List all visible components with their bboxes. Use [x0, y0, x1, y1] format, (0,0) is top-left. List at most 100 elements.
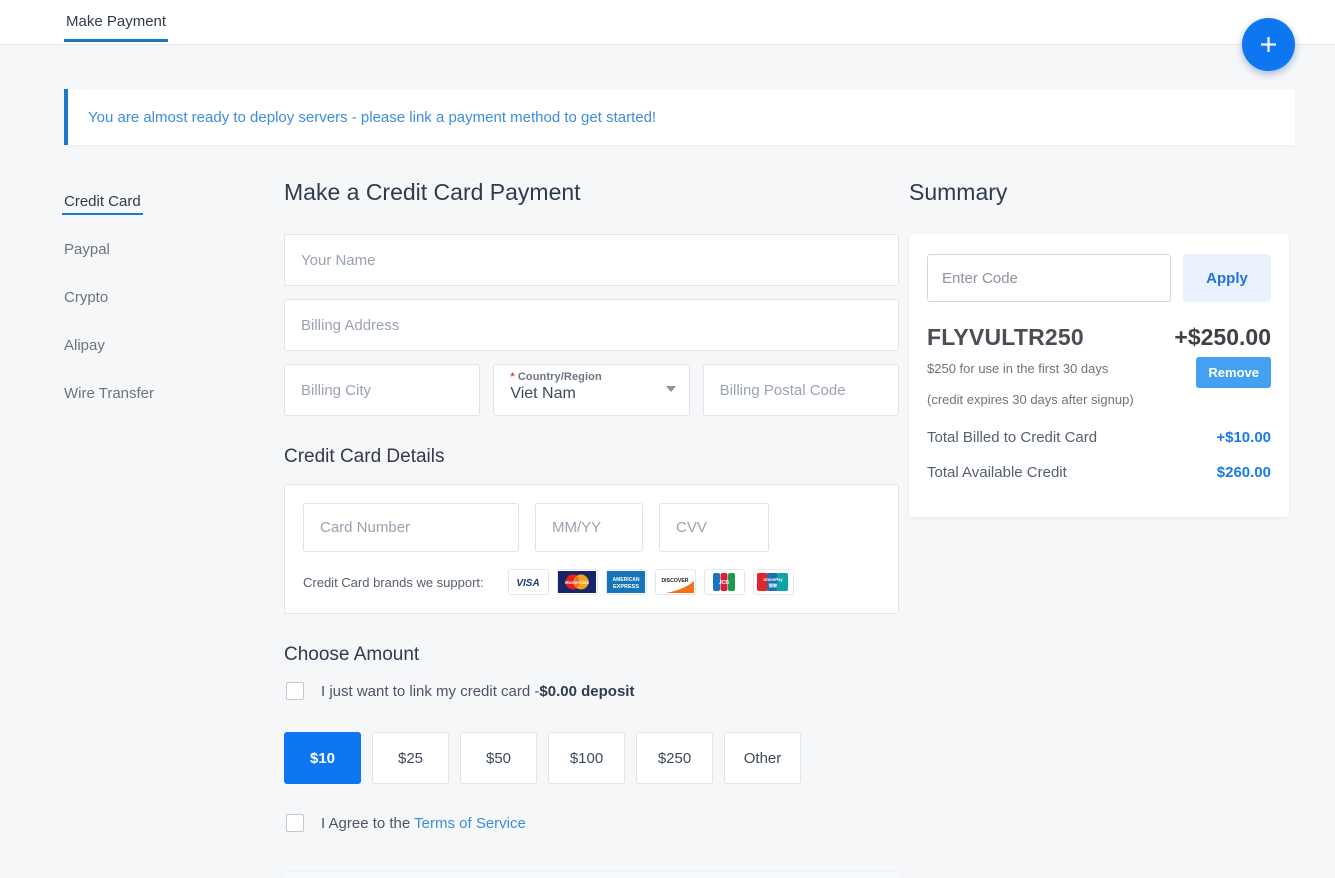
amount-label: Other [743, 749, 782, 767]
banner-region: You are almost ready to deploy servers -… [0, 45, 1335, 145]
link-only-row: I just want to link my credit card -$0.0… [286, 682, 899, 700]
remove-promo-button[interactable]: Remove [1196, 357, 1271, 388]
promo-code-input[interactable] [927, 254, 1171, 302]
brands-label: Credit Card brands we support: [303, 574, 484, 590]
tab-strip: Make Payment [0, 0, 1335, 44]
total-value: $260.00 [1216, 464, 1271, 481]
amount-label: $10 [309, 749, 336, 767]
unionpay-icon: UnionPay 银联 [752, 569, 794, 595]
method-label: Wire Transfer [64, 385, 155, 402]
total-label: Total Available Credit [927, 464, 1067, 481]
totals-list: Total Billed to Credit Card +$10.00 Tota… [927, 429, 1271, 481]
amount-label: $50 [485, 749, 512, 767]
promo-header: FLYVULTR250 +$250.00 [927, 324, 1271, 351]
method-label: Paypal [64, 241, 110, 258]
amount-option-100[interactable]: $100 [548, 732, 625, 784]
jcb-icon: JCB [703, 569, 745, 595]
tos-checkbox[interactable] [286, 814, 304, 832]
country-select-label: * Country/Region [510, 371, 672, 383]
billing-address-input[interactable] [284, 299, 899, 351]
country-label-text: Country/Region [517, 371, 602, 383]
method-alipay[interactable]: Alipay [62, 337, 107, 359]
payment-method-notice: You are almost ready to deploy servers -… [64, 89, 1295, 145]
billing-city-input[interactable] [284, 364, 481, 416]
terms-of-service-link[interactable]: Terms of Service [414, 815, 526, 832]
promo-amount: +$250.00 [1174, 324, 1271, 350]
promo-expiry-note: (credit expires 30 days after signup) [927, 392, 1134, 407]
svg-text:JCB: JCB [719, 580, 729, 586]
plus-icon [1261, 37, 1276, 52]
visa-icon: VISA [507, 569, 549, 595]
amount-option-50[interactable]: $50 [460, 732, 537, 784]
method-paypal[interactable]: Paypal [62, 241, 112, 263]
summary-panel: Summary Apply FLYVULTR250 +$250.00 $250 … [899, 179, 1295, 878]
name-input[interactable] [284, 234, 899, 286]
tab-label: Make Payment [66, 13, 167, 30]
country-select[interactable]: * Country/Region Viet Nam [493, 364, 690, 416]
card-cvv-input[interactable] [659, 503, 769, 552]
svg-text:MasterCard: MasterCard [565, 580, 589, 585]
svg-text:EXPRESS: EXPRESS [613, 584, 639, 590]
total-label: Total Billed to Credit Card [927, 429, 1098, 446]
amex-icon: AMERICAN EXPRESS [605, 569, 647, 595]
required-marker: * [510, 371, 515, 383]
country-select-value: Viet Nam [510, 385, 576, 402]
amount-options: $10 $25 $50 $100 $250 Other [284, 732, 899, 784]
card-details-panel: Credit Card brands we support: VISA [284, 484, 899, 614]
page-title: Make a Credit Card Payment [284, 179, 581, 205]
summary-card: Apply FLYVULTR250 +$250.00 $250 for use … [909, 234, 1289, 517]
total-row: Total Billed to Credit Card +$10.00 [927, 429, 1271, 446]
link-only-text: I just want to link my credit card - [321, 682, 540, 700]
amount-option-25[interactable]: $25 [372, 732, 449, 784]
method-label: Credit Card [64, 193, 141, 210]
link-only-checkbox[interactable] [286, 682, 304, 700]
promo-code-row: Apply [927, 254, 1271, 302]
discover-icon: DISCOVER [654, 569, 696, 595]
method-label: Crypto [64, 289, 109, 306]
method-credit-card[interactable]: Credit Card [62, 193, 143, 215]
billing-location-row: * Country/Region Viet Nam [284, 364, 899, 416]
total-row: Total Available Credit $260.00 [927, 464, 1271, 481]
method-crypto[interactable]: Crypto [62, 289, 110, 311]
brand-logos: VISA MasterCard AMERICAN EXPRESS DISCOVE… [507, 569, 794, 595]
card-expiry-input[interactable] [535, 503, 643, 552]
form-bottom-divider [284, 871, 899, 878]
link-only-amount: $0.00 deposit [539, 682, 635, 700]
apply-button[interactable]: Apply [1183, 254, 1271, 302]
applied-promo: FLYVULTR250 +$250.00 $250 for use in the… [927, 324, 1271, 407]
svg-text:UnionPay: UnionPay [764, 577, 784, 582]
method-label: Alipay [64, 337, 105, 354]
amount-label: $250 [657, 749, 692, 767]
add-button[interactable] [1242, 18, 1295, 71]
amount-option-other[interactable]: Other [724, 732, 801, 784]
tab-make-payment[interactable]: Make Payment [64, 0, 169, 42]
summary-title: Summary [909, 179, 1008, 205]
svg-text:VISA: VISA [516, 578, 539, 589]
tos-row: I Agree to the Terms of Service [286, 814, 899, 832]
svg-text:银联: 银联 [769, 582, 778, 589]
link-only-label: I just want to link my credit card -$0.0… [321, 683, 634, 700]
amount-label: $25 [397, 749, 424, 767]
supported-brands-row: Credit Card brands we support: VISA Mast… [303, 569, 880, 595]
method-wire-transfer[interactable]: Wire Transfer [62, 385, 156, 407]
total-value: +$10.00 [1216, 429, 1271, 446]
banner-text: You are almost ready to deploy servers -… [88, 108, 657, 126]
chevron-down-icon [665, 386, 676, 392]
tos-text: I Agree to the [321, 814, 415, 832]
svg-text:DISCOVER: DISCOVER [662, 578, 689, 584]
svg-text:AMERICAN: AMERICAN [613, 577, 640, 583]
amount-option-250[interactable]: $250 [636, 732, 713, 784]
promo-code-value: FLYVULTR250 [927, 324, 1084, 350]
choose-amount-title: Choose Amount [284, 644, 420, 665]
card-number-input[interactable] [303, 503, 519, 552]
mastercard-icon: MasterCard [556, 569, 598, 595]
top-tab-bar: Make Payment [0, 0, 1335, 71]
page-content: Credit Card Paypal Crypto Alipay Wire Tr… [0, 145, 1335, 878]
card-details-title: Credit Card Details [284, 446, 445, 467]
payment-form: Make a Credit Card Payment * Country/Reg… [284, 179, 899, 878]
amount-option-10[interactable]: $10 [284, 732, 361, 784]
amount-label: $100 [569, 749, 604, 767]
payment-method-nav: Credit Card Paypal Crypto Alipay Wire Tr… [62, 179, 284, 878]
card-fields-row [303, 503, 880, 552]
billing-postal-input[interactable] [702, 364, 899, 416]
